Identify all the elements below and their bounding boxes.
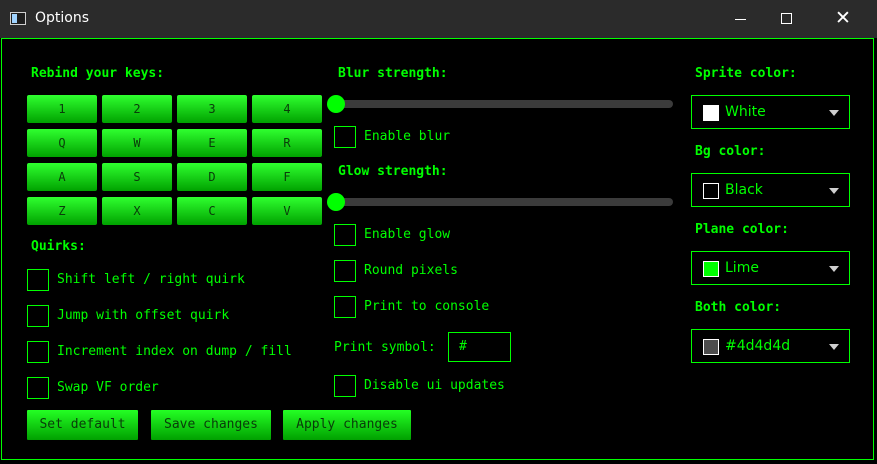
key-button-3[interactable]: 3 [177,95,247,123]
print-console-label: Print to console [364,299,490,314]
key-button-4[interactable]: 4 [252,95,322,123]
plane-color-dropdown[interactable]: Lime [691,251,850,285]
key-button-v[interactable]: V [252,197,322,225]
title-bar: Options ✕ [0,0,877,38]
jump-quirk-label: Jump with offset quirk [57,308,230,323]
both-color-value: #4d4d4d [725,338,791,354]
increment-index-label: Increment index on dump / fill [57,344,292,359]
enable-glow-checkbox[interactable] [334,224,356,246]
bg-color-heading: Bg color: [695,144,766,159]
key-button-e[interactable]: E [177,129,247,157]
key-button-z[interactable]: Z [27,197,97,225]
round-pixels-checkbox[interactable] [334,260,356,282]
key-button-a[interactable]: A [27,163,97,191]
blur-strength-slider[interactable] [327,95,673,113]
key-button-r[interactable]: R [252,129,322,157]
window-title: Options [35,10,90,26]
close-icon: ✕ [835,7,851,29]
close-button[interactable]: ✕ [821,0,867,38]
blur-slider-thumb[interactable] [327,95,345,113]
chevron-down-icon [829,266,839,272]
plane-color-swatch [703,261,719,277]
minimize-icon [735,19,746,20]
both-color-dropdown[interactable]: #4d4d4d [691,329,850,363]
disable-ui-checkbox[interactable] [334,375,356,397]
bg-color-swatch [703,183,719,199]
bg-color-value: Black [725,182,763,198]
key-button-d[interactable]: D [177,163,247,191]
disable-ui-label: Disable ui updates [364,378,505,393]
set-default-button[interactable]: Set default [27,410,138,440]
enable-blur-label: Enable blur [364,129,451,144]
plane-color-value: Lime [725,260,759,276]
key-button-1[interactable]: 1 [27,95,97,123]
swap-vf-label: Swap VF order [57,380,159,395]
bg-color-dropdown[interactable]: Black [691,173,850,207]
chevron-down-icon [829,110,839,116]
enable-glow-label: Enable glow [364,227,451,242]
round-pixels-label: Round pixels [364,263,458,278]
quirks-heading: Quirks: [31,239,86,254]
key-button-w[interactable]: W [102,129,172,157]
both-color-heading: Both color: [695,300,782,315]
blur-strength-heading: Blur strength: [338,66,448,81]
print-symbol-input[interactable]: # [448,332,511,362]
app-icon [10,12,26,25]
rebind-keys-heading: Rebind your keys: [31,66,165,81]
key-button-c[interactable]: C [177,197,247,225]
key-button-f[interactable]: F [252,163,322,191]
save-changes-button[interactable]: Save changes [151,410,271,440]
key-button-q[interactable]: Q [27,129,97,157]
shift-quirk-checkbox[interactable] [27,269,49,291]
glow-strength-heading: Glow strength: [338,164,448,179]
glow-strength-slider[interactable] [327,193,673,211]
key-button-x[interactable]: X [102,197,172,225]
minimize-button[interactable] [717,0,763,38]
sprite-color-dropdown[interactable]: White [691,95,850,129]
sprite-color-value: White [725,104,766,120]
key-button-2[interactable]: 2 [102,95,172,123]
print-symbol-label: Print symbol: [334,340,436,355]
plane-color-heading: Plane color: [695,222,789,237]
chevron-down-icon [829,344,839,350]
sprite-color-heading: Sprite color: [695,66,797,81]
shift-quirk-label: Shift left / right quirk [57,272,245,287]
increment-index-checkbox[interactable] [27,341,49,363]
glow-slider-thumb[interactable] [327,193,345,211]
chevron-down-icon [829,188,839,194]
enable-blur-checkbox[interactable] [334,126,356,148]
print-console-checkbox[interactable] [334,296,356,318]
swap-vf-checkbox[interactable] [27,377,49,399]
both-color-swatch [703,339,719,355]
maximize-button[interactable] [764,0,810,38]
jump-quirk-checkbox[interactable] [27,305,49,327]
key-button-s[interactable]: S [102,163,172,191]
maximize-icon [781,13,792,24]
apply-changes-button[interactable]: Apply changes [283,410,411,440]
sprite-color-swatch [703,105,719,121]
